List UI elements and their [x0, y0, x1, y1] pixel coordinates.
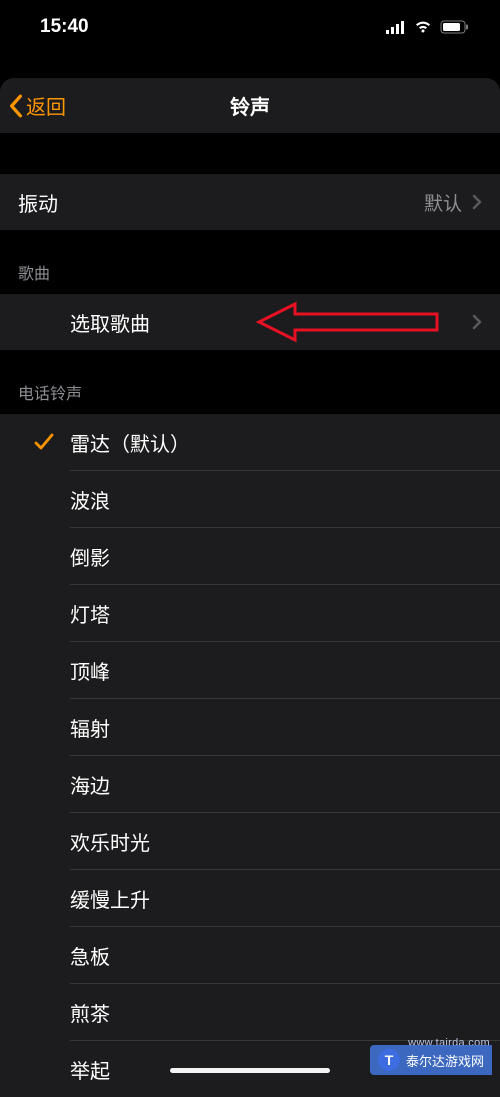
watermark-text: 泰尔达游戏网 — [406, 1051, 484, 1070]
ringtone-label: 波浪 — [70, 485, 110, 514]
pick-song-row[interactable]: 选取歌曲 — [0, 294, 500, 350]
watermark-logo-icon: T — [378, 1049, 400, 1071]
checkmark-icon — [18, 431, 70, 453]
back-button[interactable]: 返回 — [0, 91, 66, 120]
ringtone-label: 欢乐时光 — [70, 827, 150, 856]
chevron-right-icon — [472, 314, 482, 330]
ringtone-label: 煎茶 — [70, 998, 110, 1027]
vibration-label: 振动 — [18, 188, 424, 217]
status-time: 15:40 — [40, 16, 89, 38]
ringtone-label: 缓慢上升 — [70, 884, 150, 913]
vibration-value: 默认 — [424, 189, 462, 216]
cellular-icon — [386, 20, 406, 34]
ringtone-label: 辐射 — [70, 713, 110, 742]
ringtone-row[interactable]: 辐射 — [0, 699, 500, 755]
nav-bar: 返回 铃声 — [0, 78, 500, 134]
ringtone-row[interactable]: 急板 — [0, 927, 500, 983]
wifi-icon — [413, 20, 433, 34]
spacer — [0, 134, 500, 174]
battery-icon — [440, 20, 470, 34]
ringtone-list: 雷达（默认） 波浪倒影灯塔顶峰辐射海边欢乐时光缓慢上升急板煎茶举起 — [0, 414, 500, 1097]
ringtone-row[interactable]: 雷达（默认） — [0, 414, 500, 470]
ringtone-label: 急板 — [70, 941, 110, 970]
ringtone-label: 灯塔 — [70, 599, 110, 628]
ringtone-label: 举起 — [70, 1055, 110, 1084]
chevron-left-icon — [8, 94, 24, 118]
home-indicator[interactable] — [170, 1068, 330, 1073]
ringtone-label: 雷达（默认） — [70, 428, 190, 457]
vibration-row[interactable]: 振动 默认 — [0, 174, 500, 230]
status-bar: 15:40 — [0, 0, 500, 54]
ringtone-row[interactable]: 煎茶 — [0, 984, 500, 1040]
pick-song-label: 选取歌曲 — [70, 308, 472, 337]
settings-sheet: 返回 铃声 振动 默认 歌曲 选取歌曲 电话铃声 雷达（默认） 波浪倒影灯塔顶峰辐… — [0, 78, 500, 1083]
ringtone-row[interactable]: 灯塔 — [0, 585, 500, 641]
ringtone-row[interactable]: 顶峰 — [0, 642, 500, 698]
ringtone-label: 海边 — [70, 770, 110, 799]
page-title: 铃声 — [230, 91, 270, 120]
ringtone-row[interactable]: 欢乐时光 — [0, 813, 500, 869]
ringtones-section-header: 电话铃声 — [0, 350, 500, 414]
ringtone-row[interactable]: 波浪 — [0, 471, 500, 527]
back-label: 返回 — [26, 91, 66, 120]
watermark: T 泰尔达游戏网 — [370, 1045, 492, 1075]
ringtone-row[interactable]: 缓慢上升 — [0, 870, 500, 926]
ringtone-row[interactable]: 倒影 — [0, 528, 500, 584]
songs-section-header: 歌曲 — [0, 230, 500, 294]
ringtone-row[interactable]: 海边 — [0, 756, 500, 812]
ringtone-label: 顶峰 — [70, 656, 110, 685]
chevron-right-icon — [472, 194, 482, 210]
ringtone-label: 倒影 — [70, 542, 110, 571]
status-indicators — [386, 20, 470, 34]
